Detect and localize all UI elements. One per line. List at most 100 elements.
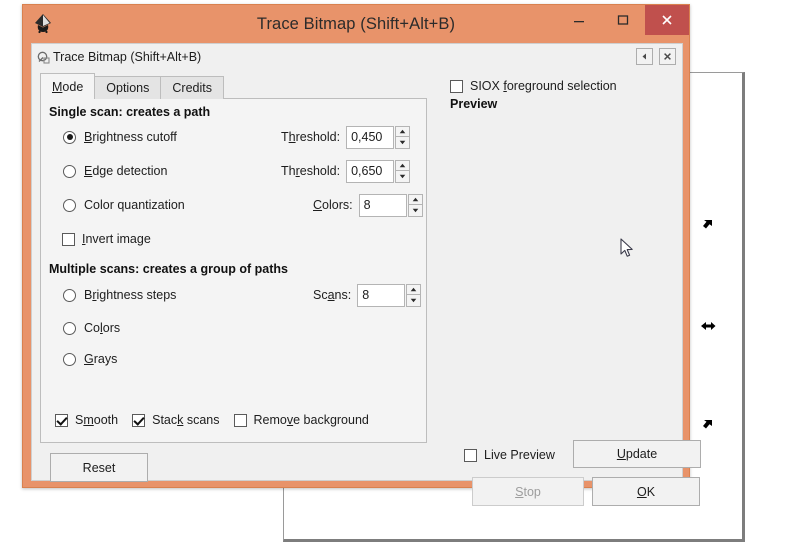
minimize-button[interactable] <box>557 5 601 35</box>
collapse-left-icon <box>642 53 646 60</box>
checkbox-remove-background-label: Remove background <box>253 413 369 427</box>
panel-close-button[interactable] <box>659 48 676 65</box>
trace-bitmap-panel: Trace Bitmap (Shift+Alt+B) Mode Options … <box>31 43 701 506</box>
colors-spinner[interactable]: 8 <box>358 193 423 217</box>
tab-credits[interactable]: Credits <box>160 76 224 99</box>
colors-input[interactable]: 8 <box>358 193 407 217</box>
scans-stepper <box>406 283 422 307</box>
radio-grays[interactable]: Grays <box>63 349 117 369</box>
threshold-edge-decrement[interactable] <box>395 171 411 183</box>
dialog-titlebar[interactable]: Trace Bitmap (Shift+Alt+B) <box>23 5 689 43</box>
radio-grays-label: Grays <box>84 352 118 366</box>
scans-label: Scans: <box>313 288 352 302</box>
close-icon <box>662 15 672 25</box>
radio-colors-indicator[interactable] <box>63 321 76 335</box>
tab-mode[interactable]: Mode <box>40 73 96 99</box>
checkbox-invert-image[interactable]: Invert image <box>62 229 151 249</box>
threshold-edge-stepper <box>395 159 411 183</box>
reset-button[interactable]: Reset <box>50 453 148 482</box>
checkbox-remove-background-indicator[interactable] <box>233 413 247 427</box>
close-button[interactable] <box>645 5 689 35</box>
colors-stepper <box>407 193 423 217</box>
radio-edge-detection-indicator[interactable] <box>63 164 76 178</box>
panel-body: Mode Options Credits Single scan: create… <box>32 70 701 506</box>
radio-edge-detection[interactable]: Edge detection <box>63 161 167 181</box>
minimize-icon <box>574 21 584 23</box>
checkbox-live-preview-indicator[interactable] <box>464 448 477 462</box>
single-scan-heading: Single scan: creates a path <box>49 105 211 119</box>
checkbox-remove-background[interactable]: Remove background <box>233 413 369 427</box>
scans-input[interactable]: 8 <box>357 283 406 307</box>
tab-credits-label: Credits <box>172 81 212 95</box>
checkbox-stack-scans[interactable]: Stack scans <box>132 413 220 427</box>
threshold-edge-input[interactable]: 0,650 <box>346 159 395 183</box>
ok-button[interactable]: OK <box>592 477 700 506</box>
field-scans: Scans: 8 <box>313 283 422 307</box>
threshold-edge-increment[interactable] <box>395 159 411 171</box>
radio-colors[interactable]: Colors <box>63 318 120 338</box>
field-colors: Colors: 8 <box>313 193 423 217</box>
inkscape-logo-icon <box>31 12 55 36</box>
trace-bitmap-dialog: Trace Bitmap (Shift+Alt+B) Trace Bitmap … <box>22 4 701 506</box>
checkbox-smooth[interactable]: Smooth <box>55 413 118 427</box>
colors-decrement[interactable] <box>407 205 423 217</box>
radio-brightness-steps-indicator[interactable] <box>63 288 76 302</box>
threshold-edge-spinner[interactable]: 0,650 <box>346 159 411 183</box>
trace-bitmap-icon <box>36 50 51 65</box>
checkbox-stack-scans-indicator[interactable] <box>132 413 146 427</box>
radio-brightness-cutoff[interactable]: Brightness cutoff <box>63 127 177 147</box>
radio-edge-detection-label: Edge detection <box>84 164 168 178</box>
scans-decrement[interactable] <box>406 295 422 307</box>
panel-collapse-button[interactable] <box>636 48 653 65</box>
selection-handle-rotate-bottom[interactable] <box>700 418 716 434</box>
stop-button-label: Stop <box>515 484 541 499</box>
checkbox-stack-scans-label: Stack scans <box>152 413 220 427</box>
reset-button-label: Reset <box>82 460 116 475</box>
threshold-brightness-increment[interactable] <box>395 125 411 137</box>
window-controls <box>557 5 689 35</box>
update-button-label: Update <box>616 447 658 461</box>
radio-color-quantization[interactable]: Color quantization <box>63 195 185 215</box>
chevron-up-icon <box>410 287 417 291</box>
panel-header-buttons <box>636 48 676 65</box>
checkbox-smooth-indicator[interactable] <box>55 413 68 427</box>
tab-strip: Mode Options Credits <box>40 73 224 99</box>
panel-header: Trace Bitmap (Shift+Alt+B) <box>32 44 682 70</box>
field-threshold-edge: Threshold: 0,650 <box>281 159 411 183</box>
radio-color-quantization-indicator[interactable] <box>63 198 76 212</box>
colors-increment[interactable] <box>407 193 423 205</box>
scans-increment[interactable] <box>406 283 422 295</box>
maximize-icon <box>617 15 629 25</box>
tab-options[interactable]: Options <box>94 76 162 99</box>
checkbox-invert-image-indicator[interactable] <box>62 232 75 246</box>
checkbox-siox-label: SIOX foreground selection <box>470 79 617 93</box>
chevron-down-icon <box>399 140 406 144</box>
chevron-up-icon <box>399 163 406 167</box>
maximize-button[interactable] <box>601 5 645 35</box>
scans-spinner[interactable]: 8 <box>357 283 422 307</box>
selection-handle-rotate-top[interactable] <box>700 218 716 234</box>
checkbox-siox-foreground-selection[interactable]: SIOX foreground selection <box>450 76 617 96</box>
radio-grays-indicator[interactable] <box>63 352 76 366</box>
checkbox-siox-indicator[interactable] <box>450 79 463 93</box>
threshold-edge-label: Threshold: <box>281 164 341 178</box>
checkbox-live-preview[interactable]: Live Preview <box>464 442 555 468</box>
threshold-brightness-decrement[interactable] <box>395 137 411 149</box>
chevron-down-icon <box>412 208 418 212</box>
preview-heading: Preview <box>450 97 498 111</box>
radio-brightness-cutoff-indicator[interactable] <box>63 130 76 144</box>
stop-button: Stop <box>472 477 584 506</box>
threshold-brightness-stepper <box>395 125 411 149</box>
selection-handle-scale-middle[interactable] <box>700 318 716 334</box>
threshold-brightness-input[interactable]: 0,450 <box>346 125 395 149</box>
threshold-brightness-spinner[interactable]: 0,450 <box>346 125 411 149</box>
multiple-scans-heading: Multiple scans: creates a group of paths <box>49 262 288 276</box>
checkbox-invert-image-label: Invert image <box>82 232 151 246</box>
radio-colors-label: Colors <box>84 321 121 335</box>
colors-label: Colors: <box>313 198 353 212</box>
radio-brightness-steps[interactable]: Brightness steps <box>63 285 176 305</box>
update-button[interactable]: Update <box>573 440 701 468</box>
tab-options-label: Options <box>106 81 150 95</box>
ok-button-label: OK <box>636 484 656 499</box>
tab-mode-label: Mode <box>52 79 84 94</box>
